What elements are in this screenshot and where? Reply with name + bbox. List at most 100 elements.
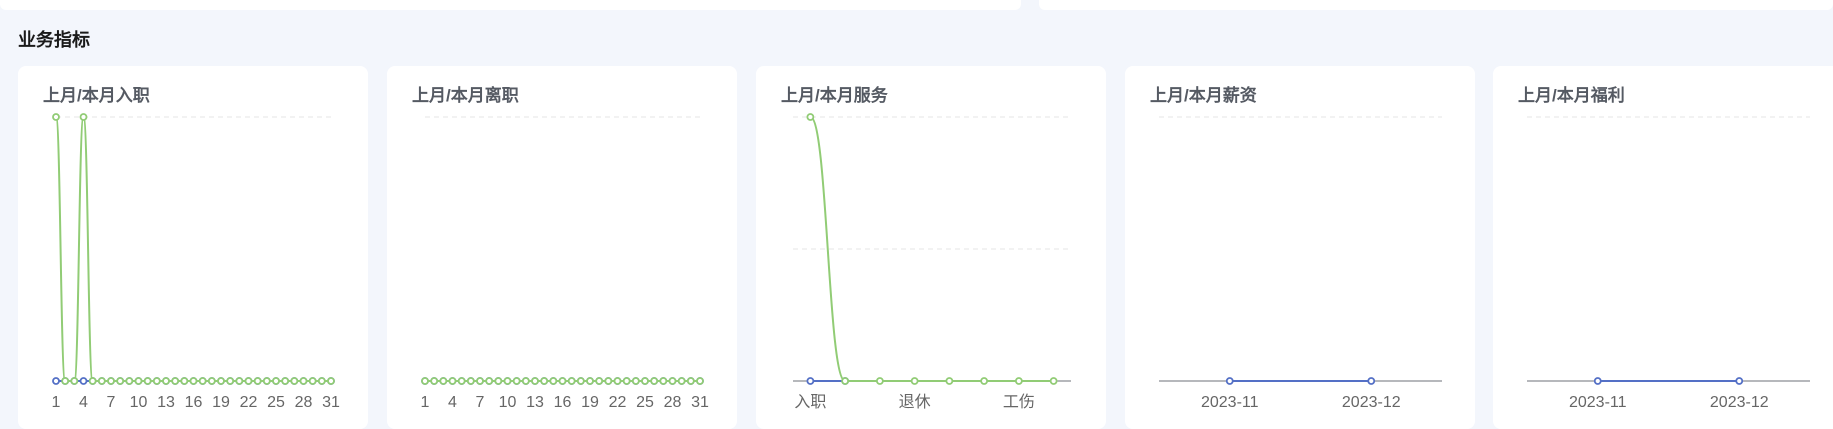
data-point [235, 377, 244, 385]
data-point [512, 377, 521, 385]
data-point [317, 377, 326, 385]
data-point [207, 377, 216, 385]
data-point [1367, 377, 1376, 385]
x-tick-label: 10 [130, 394, 148, 411]
data-point [457, 377, 466, 385]
data-point [180, 377, 189, 385]
onboarding-line-chart[interactable]: 1 4 7 10 13 16 19 22 25 28 31 [18, 66, 368, 429]
data-point [327, 377, 335, 385]
data-point [226, 377, 235, 385]
x-tick-label: 31 [691, 394, 709, 411]
data-point [531, 377, 539, 385]
x-tick-label: 1 [52, 394, 61, 411]
data-point [622, 377, 631, 385]
data-point [659, 377, 668, 385]
data-point [162, 377, 170, 385]
x-tick-label: 22 [609, 394, 627, 411]
resignation-chart-card: 上月/本月离职 1 4 7 10 13 16 19 22 25 28 31 [387, 66, 737, 429]
x-tick-label: 28 [295, 394, 313, 411]
welfare-chart-card: 上月/本月福利 2023-11 2023-12 [1493, 66, 1833, 429]
data-point [641, 377, 649, 385]
data-point [558, 377, 567, 385]
data-point [1225, 377, 1234, 385]
top-card-right [1039, 0, 1833, 10]
x-tick-label: 19 [581, 394, 599, 411]
data-point [1735, 377, 1744, 385]
data-point [244, 377, 253, 385]
data-point [52, 377, 60, 385]
x-tick-label: 25 [267, 394, 285, 411]
data-point [439, 377, 448, 385]
data-point [549, 377, 558, 385]
x-tick-label: 13 [157, 394, 175, 411]
data-point [668, 377, 677, 385]
data-point [604, 377, 613, 385]
x-tick-label: 7 [476, 394, 485, 411]
data-point [586, 377, 594, 385]
service-line-chart[interactable]: 入职 退休 工伤 [756, 66, 1106, 429]
salary-line-chart[interactable]: 2023-11 2023-12 [1125, 66, 1475, 429]
x-tick-label: 2023-11 [1201, 394, 1259, 411]
x-tick-label: 25 [636, 394, 654, 411]
data-point [1014, 377, 1023, 385]
x-tick-label: 2023-12 [1710, 394, 1769, 411]
data-point [125, 377, 134, 385]
data-point [686, 377, 695, 385]
data-point [189, 377, 198, 385]
x-tick-label: 16 [554, 394, 572, 411]
series-line [55, 115, 331, 382]
x-tick-label: 退休 [899, 393, 931, 411]
data-point [152, 377, 161, 385]
data-point [875, 377, 884, 385]
data-point [308, 377, 317, 385]
data-point [650, 377, 659, 385]
data-point [52, 113, 60, 121]
data-point [595, 377, 604, 385]
data-point [1593, 377, 1602, 385]
data-point [576, 377, 585, 385]
x-tick-label: 19 [212, 394, 230, 411]
x-tick-label: 28 [664, 394, 682, 411]
data-point [134, 377, 143, 385]
x-tick-label: 22 [240, 394, 258, 411]
data-point [61, 377, 70, 385]
x-tick-label: 1 [421, 394, 430, 411]
data-point [1049, 377, 1058, 385]
x-tick-label: 入职 [794, 394, 826, 411]
data-point [910, 377, 919, 385]
data-point [70, 377, 79, 385]
data-point [485, 377, 494, 385]
x-tick-label: 4 [79, 394, 88, 411]
welfare-line-chart[interactable]: 2023-11 2023-12 [1493, 66, 1833, 429]
data-point [476, 377, 484, 385]
onboarding-chart-card: 上月/本月入职 1 4 7 10 13 16 19 22 25 28 31 [18, 66, 368, 429]
data-point [143, 377, 152, 385]
data-point [494, 377, 503, 385]
x-tick-label: 2023-12 [1342, 394, 1401, 411]
x-tick-label: 31 [322, 394, 340, 411]
x-tick-label: 16 [185, 394, 203, 411]
salary-chart-card: 上月/本月薪资 2023-11 2023-12 [1125, 66, 1475, 429]
data-point [79, 113, 88, 121]
data-point [696, 377, 704, 385]
data-point [503, 377, 512, 385]
data-point [613, 377, 622, 385]
data-point [79, 377, 88, 385]
data-point [116, 377, 125, 385]
top-card-left [0, 0, 1021, 10]
x-tick-label: 10 [499, 394, 517, 411]
service-chart-card: 上月/本月服务 入职 退休 工伤 [756, 66, 1106, 429]
section-title: 业务指标 [18, 30, 90, 50]
data-point [806, 377, 815, 385]
data-point [171, 377, 180, 385]
resignation-line-chart[interactable]: 1 4 7 10 13 16 19 22 25 28 31 [387, 66, 737, 429]
x-tick-label: 工伤 [1003, 393, 1035, 411]
data-point [290, 377, 299, 385]
data-point [980, 377, 989, 385]
data-point [198, 377, 207, 385]
data-point [281, 377, 290, 385]
data-point [466, 377, 475, 385]
data-point [253, 377, 262, 385]
x-tick-label: 4 [448, 394, 457, 411]
x-tick-label: 13 [526, 394, 544, 411]
